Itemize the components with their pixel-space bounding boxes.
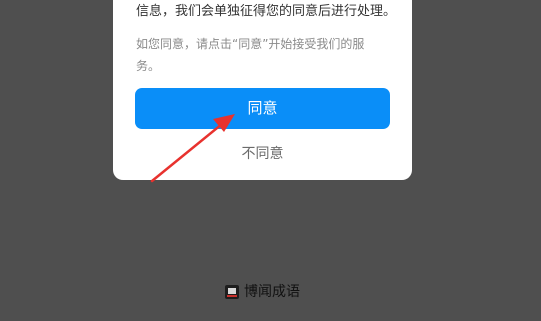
disagree-button[interactable]: 不同意 — [135, 142, 390, 166]
app-brand: 博闻成语 — [225, 283, 300, 301]
app-logo-icon — [225, 285, 239, 299]
dialog-sub-text: 如您同意，请点击“同意”开始接受我们的服务。 — [136, 37, 365, 73]
agree-button[interactable]: 同意 — [135, 88, 390, 129]
privacy-consent-dialog: 信息，我们会单独征得您的同意后进行处理。 如您同意，请点击“同意”开始接受我们的… — [113, 0, 412, 180]
app-name: 博闻成语 — [244, 284, 300, 300]
dialog-main-text: 信息，我们会单独征得您的同意后进行处理。 — [136, 4, 397, 19]
